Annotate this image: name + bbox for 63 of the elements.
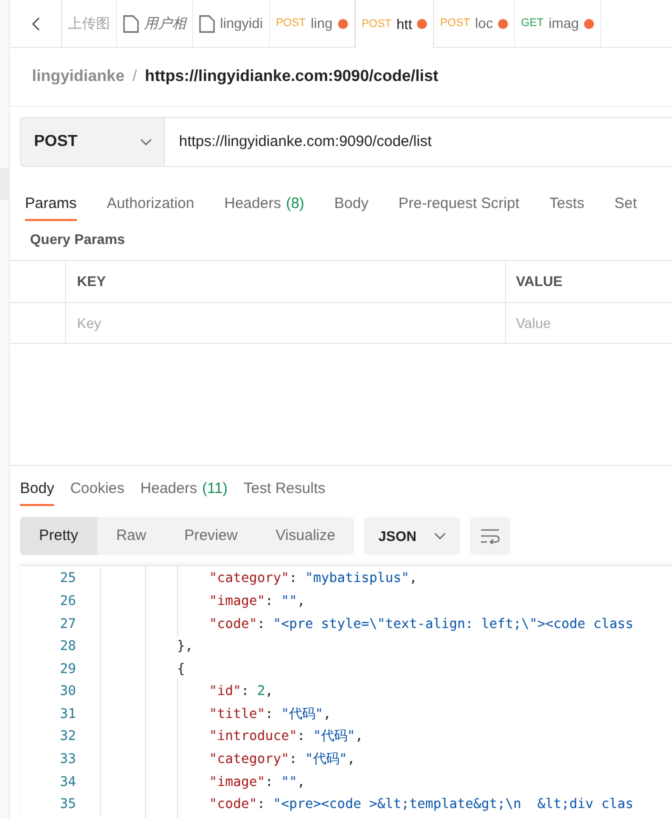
tab[interactable]: Pre-request Script (398, 181, 520, 229)
method-select[interactable]: POST (20, 117, 165, 167)
line-number: 34 (58, 774, 76, 792)
request-tab[interactable]: POST htt (354, 0, 434, 48)
collection-link[interactable]: lingyidianke (32, 65, 124, 89)
breadcrumb-separator: / (132, 67, 137, 87)
method-label: POST (276, 16, 306, 32)
value-field[interactable]: Value (516, 312, 672, 334)
tab-title: 上传图 (68, 14, 110, 33)
unsaved-dot (498, 18, 508, 28)
view-mode-button[interactable]: Raw (97, 517, 166, 555)
method-label: POST (440, 16, 470, 32)
line-number: 33 (58, 751, 76, 770)
wrap-lines-icon (480, 528, 500, 544)
line-number: 29 (58, 660, 76, 679)
line-number: 31 (58, 706, 76, 724)
line-number: 27 (58, 616, 76, 634)
unsaved-dot (338, 18, 348, 28)
chevron-down-icon (434, 532, 446, 540)
tab[interactable]: Set (614, 181, 637, 229)
url-field[interactable]: https://lingyidianke.com:9090/code/list (165, 117, 672, 167)
tab[interactable]: Authorization (106, 181, 194, 229)
line-number: 32 (58, 728, 76, 746)
tab-title: ling (310, 14, 333, 33)
method-label: POST (362, 16, 392, 32)
column-header: KEY (77, 272, 106, 291)
line-number: 35 (58, 796, 76, 814)
tab[interactable]: Cookies (70, 466, 124, 510)
line-number: 26 (58, 592, 76, 611)
tab[interactable]: Headers (11) (140, 466, 228, 510)
tab-title: imag (548, 14, 579, 33)
tab[interactable]: Test Results (244, 466, 326, 510)
tab[interactable]: Body (20, 466, 54, 510)
line-number: 30 (58, 683, 76, 702)
view-mode-button[interactable]: Visualize (256, 517, 354, 555)
wrap-button[interactable] (470, 517, 510, 555)
code-line: "code": "<pre style=\"text-align: left;\"><code class (113, 614, 634, 634)
line-number: 25 (58, 570, 76, 588)
code-line: "image": "", (113, 592, 306, 612)
unsaved-dot (584, 18, 594, 28)
tab[interactable]: Params (25, 181, 77, 229)
column-header: VALUE (516, 272, 562, 291)
view-mode-button[interactable]: Preview (165, 517, 257, 555)
tab[interactable]: Headers (8) (224, 181, 304, 229)
method-label: GET (520, 16, 544, 32)
tab-title: htt (396, 14, 412, 34)
section-title: Query Params (29, 230, 126, 249)
format-select[interactable]: JSON (364, 517, 460, 555)
line-number: 28 (58, 638, 76, 656)
view-mode-button[interactable]: Pretty (20, 517, 98, 555)
tab-title: lingyidi (220, 14, 263, 33)
chevron-left-icon (32, 16, 40, 30)
tab[interactable]: Body (334, 181, 368, 229)
document-icon (199, 14, 215, 32)
request-name: https://lingyidianke.com:9090/code/list (144, 67, 438, 87)
document-icon (123, 14, 139, 32)
unsaved-dot (417, 19, 428, 29)
tab-title: loc (475, 14, 493, 33)
chevron-down-icon (140, 138, 152, 146)
tab-title: 用户相 (144, 14, 186, 33)
key-field[interactable]: Key (77, 312, 505, 334)
code-line: "code": "<pre><code >&lt;template&gt;\n &lt;div clas (113, 795, 634, 816)
tab[interactable]: Tests (549, 181, 584, 229)
